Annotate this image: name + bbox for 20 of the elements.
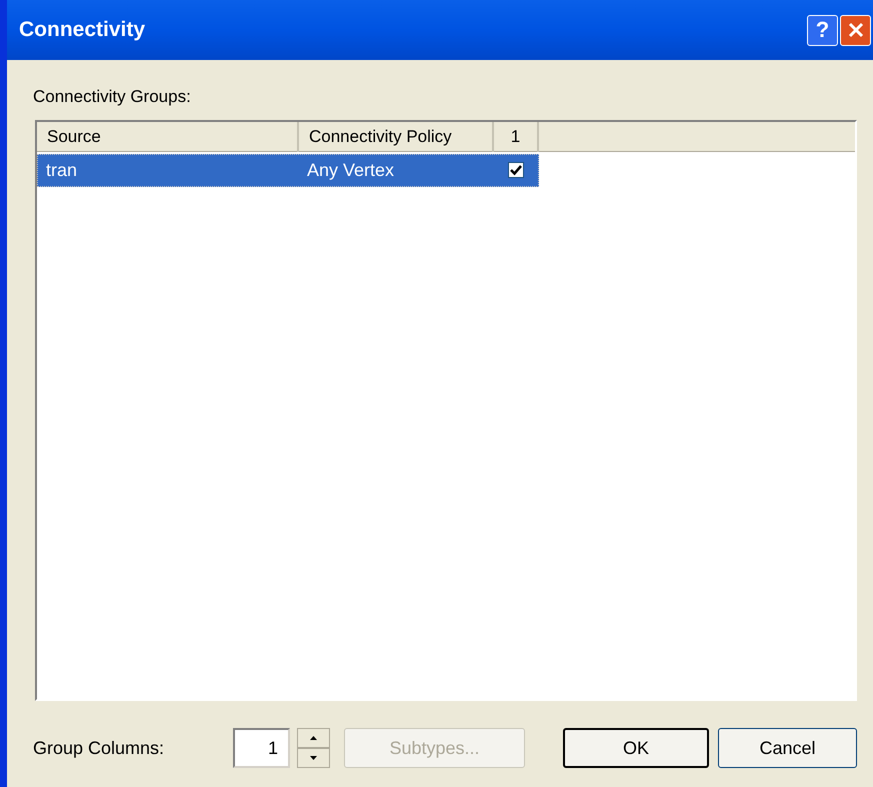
list-row[interactable]: tran Any Vertex [37, 154, 539, 186]
column-header[interactable]: 1 [494, 122, 539, 152]
table-cell-text: tran [45, 158, 78, 182]
help-button[interactable]: ? [807, 14, 838, 46]
down-arrow-icon [310, 756, 317, 760]
close-icon [846, 21, 864, 39]
column-header[interactable]: Connectivity Policy [299, 122, 494, 152]
up-arrow-icon [310, 736, 317, 740]
group-columns-field[interactable]: 1 [232, 728, 290, 768]
group-columns-label: Group Columns: [33, 736, 166, 760]
window-title: Connectivity [19, 17, 146, 44]
spin-down-button[interactable] [297, 748, 330, 768]
groups-label: Connectivity Groups: [33, 86, 192, 108]
spin-up-button[interactable] [297, 728, 330, 748]
column-header[interactable]: Source [37, 122, 299, 152]
dialog-button[interactable]: OK [563, 728, 709, 768]
table-cell-text: Any Vertex [306, 158, 395, 182]
dialog-button[interactable]: Cancel [718, 728, 857, 768]
close-button[interactable] [840, 14, 871, 46]
checkbox[interactable] [508, 162, 524, 178]
